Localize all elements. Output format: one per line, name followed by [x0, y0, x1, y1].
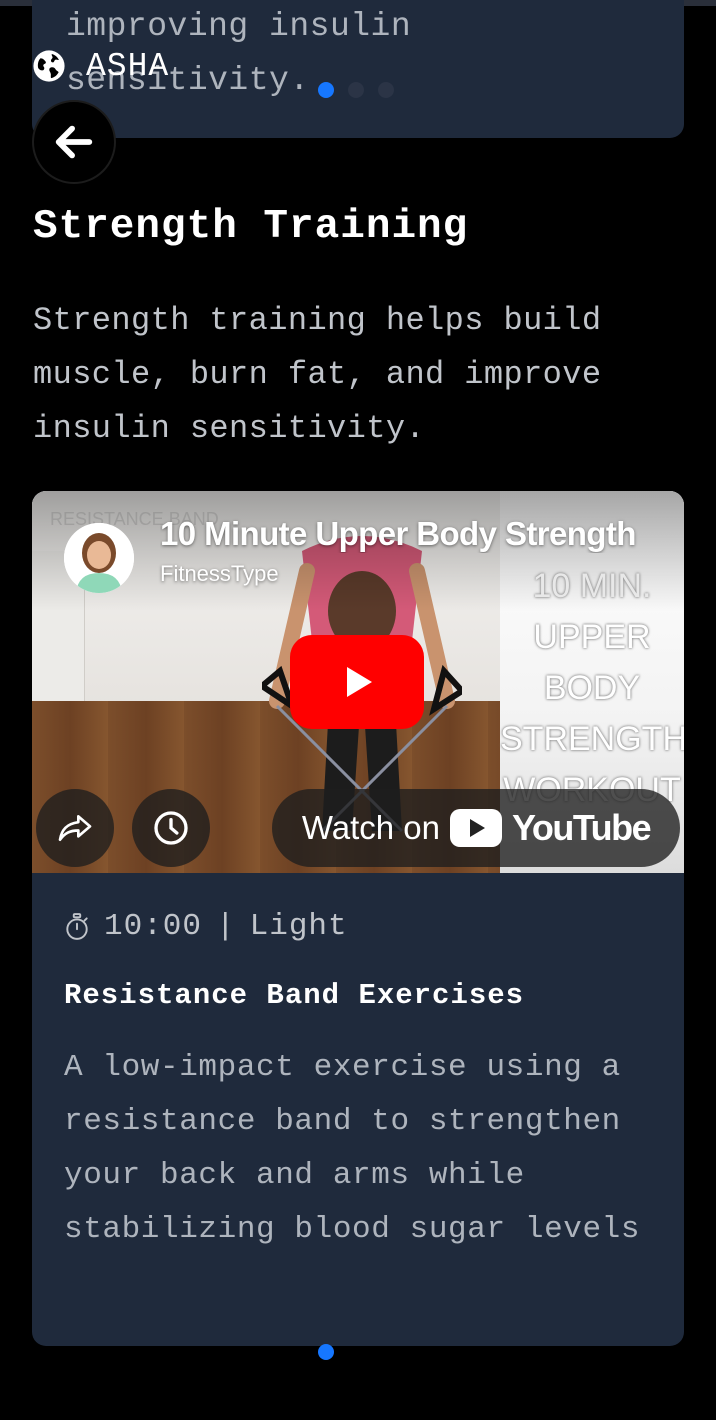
video-embed[interactable]: RESISTANCE BAND 10 MIN. UPPER BODY STREN…	[32, 491, 684, 873]
play-button[interactable]	[290, 635, 424, 729]
overlay-line: UPPER	[533, 618, 651, 656]
channel-avatar[interactable]	[64, 523, 134, 593]
clock-icon	[154, 811, 188, 845]
exercise-title: Resistance Band Exercises	[64, 979, 525, 1012]
back-button[interactable]	[32, 100, 116, 184]
watch-on-youtube-button[interactable]: Watch on YouTube	[272, 789, 680, 867]
carousel-dot[interactable]	[378, 82, 394, 98]
carousel-indicator-top	[318, 82, 394, 98]
carousel-dot[interactable]	[348, 82, 364, 98]
overlay-line: 10 MIN.	[532, 567, 652, 605]
globe-icon	[33, 50, 65, 82]
share-button[interactable]	[36, 789, 114, 867]
brand-name: ASHA	[86, 47, 170, 85]
exercise-description: A low-impact exercise using a resistance…	[64, 1050, 641, 1247]
app-brand: ASHA	[32, 46, 169, 86]
exercise-card[interactable]: RESISTANCE BAND 10 MIN. UPPER BODY STREN…	[32, 491, 684, 1346]
play-icon	[347, 667, 372, 697]
exercise-meta: 10:00 | Light	[64, 909, 348, 944]
watch-on-label: Watch on	[301, 809, 441, 846]
arrow-left-icon	[55, 125, 93, 159]
stopwatch-icon	[66, 912, 88, 940]
section-title: Strength Training	[33, 204, 469, 250]
avatar-image	[64, 523, 134, 593]
exercise-intensity: Light	[249, 909, 348, 944]
video-overlay-text: 10 MIN. UPPER BODY STRENGTH WORKOUT	[500, 561, 684, 816]
youtube-logo-icon	[450, 809, 503, 847]
exercise-duration: 10:00	[104, 909, 203, 944]
watch-later-button[interactable]	[132, 789, 210, 867]
overlay-line: STRENGTH	[500, 720, 684, 758]
video-title[interactable]: 10 Minute Upper Body Strength	[160, 515, 660, 553]
carousel-dot-active[interactable]	[318, 82, 334, 98]
carousel-indicator-bottom	[318, 1344, 334, 1360]
meta-separator: |	[216, 909, 236, 944]
overlay-line: BODY	[543, 669, 641, 707]
share-icon	[58, 815, 92, 841]
section-description: Strength training helps build muscle, bu…	[33, 302, 602, 447]
youtube-wordmark: YouTube	[512, 807, 652, 848]
video-channel[interactable]: FitnessType	[160, 561, 279, 587]
carousel-dot-active[interactable]	[318, 1344, 334, 1360]
